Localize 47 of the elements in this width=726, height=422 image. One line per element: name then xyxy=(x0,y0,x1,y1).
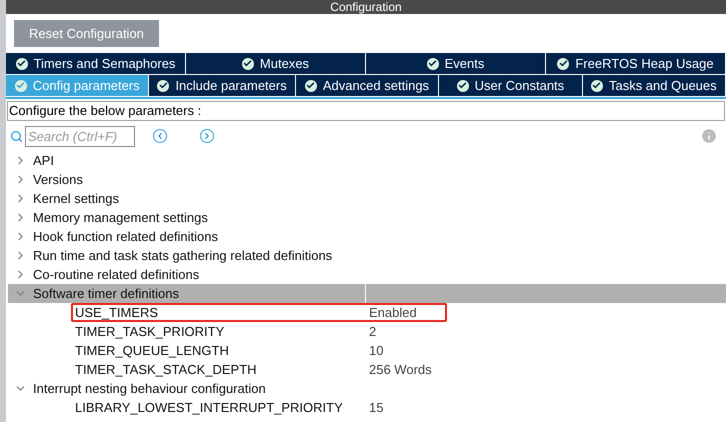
check-circle-icon xyxy=(557,58,570,70)
check-circle-icon xyxy=(157,80,170,92)
tab[interactable]: FreeRTOS Heap Usage xyxy=(546,53,726,74)
check-circle-icon xyxy=(426,58,439,70)
tree-item[interactable]: Co-routine related definitions xyxy=(8,265,726,284)
tree-item[interactable]: Hook function related definitions xyxy=(8,227,726,246)
parameter-row[interactable]: USE_TIMERS Enabled xyxy=(71,303,447,322)
parameter-value: 2 xyxy=(369,322,376,341)
tree-item[interactable]: Run time and task stats gathering related definitions xyxy=(8,246,726,265)
parameter-row[interactable]: TIMER_TASK_PRIORITY 2 xyxy=(71,322,447,341)
check-circle-icon xyxy=(590,80,603,92)
tree-item[interactable]: Versions xyxy=(8,170,726,189)
tab[interactable]: Tasks and Queues xyxy=(582,75,726,96)
parameter-value: 256 Words xyxy=(369,360,432,379)
tab[interactable]: Include parameters xyxy=(149,75,296,96)
tab[interactable]: Advanced settings xyxy=(296,75,440,96)
tree-item[interactable]: Software timer definitions xyxy=(8,284,726,303)
parameter-name: TIMER_TASK_PRIORITY xyxy=(74,322,226,341)
previous-icon[interactable] xyxy=(153,129,167,143)
check-circle-icon xyxy=(304,80,317,92)
tree-item[interactable]: Memory management settings xyxy=(8,208,726,227)
tab[interactable]: Events xyxy=(366,53,546,74)
parameter-name: LIBRARY_LOWEST_INTERRUPT_PRIORITY xyxy=(74,398,344,417)
parameter-row[interactable]: LIBRARY_LOWEST_INTERRUPT_PRIORITY 15 xyxy=(71,398,447,417)
next-icon[interactable] xyxy=(200,129,214,143)
search-icon xyxy=(10,130,23,142)
check-circle-icon xyxy=(14,80,27,92)
check-circle-icon xyxy=(456,80,469,92)
window-title: Configuration xyxy=(6,0,726,14)
parameter-name: TIMER_QUEUE_LENGTH xyxy=(74,342,230,360)
tree-item[interactable]: Interrupt nesting behaviour configuration xyxy=(8,379,726,398)
search-field[interactable]: Search (Ctrl+F) xyxy=(25,126,135,146)
tree-item[interactable]: Kernel settings xyxy=(8,189,726,208)
parameter-value: 15 xyxy=(369,398,384,417)
parameter-value: Enabled xyxy=(369,304,417,322)
tab[interactable]: Timers and Semaphores xyxy=(6,53,186,74)
parameter-name: TIMER_TASK_STACK_DEPTH xyxy=(74,360,258,379)
parameter-name: USE_TIMERS xyxy=(74,304,160,322)
check-circle-icon xyxy=(16,58,28,70)
tab[interactable]: Mutexes xyxy=(186,53,366,74)
description-bar: Configure the below parameters : xyxy=(7,101,725,121)
check-circle-icon xyxy=(242,58,254,70)
tab[interactable]: User Constants xyxy=(439,75,583,96)
tree-item[interactable]: API xyxy=(8,151,726,170)
parameter-row[interactable]: TIMER_QUEUE_LENGTH 10 xyxy=(71,341,447,360)
parameter-row[interactable]: TIMER_TASK_STACK_DEPTH 256 Words xyxy=(71,360,447,379)
parameter-value: 10 xyxy=(369,342,384,360)
